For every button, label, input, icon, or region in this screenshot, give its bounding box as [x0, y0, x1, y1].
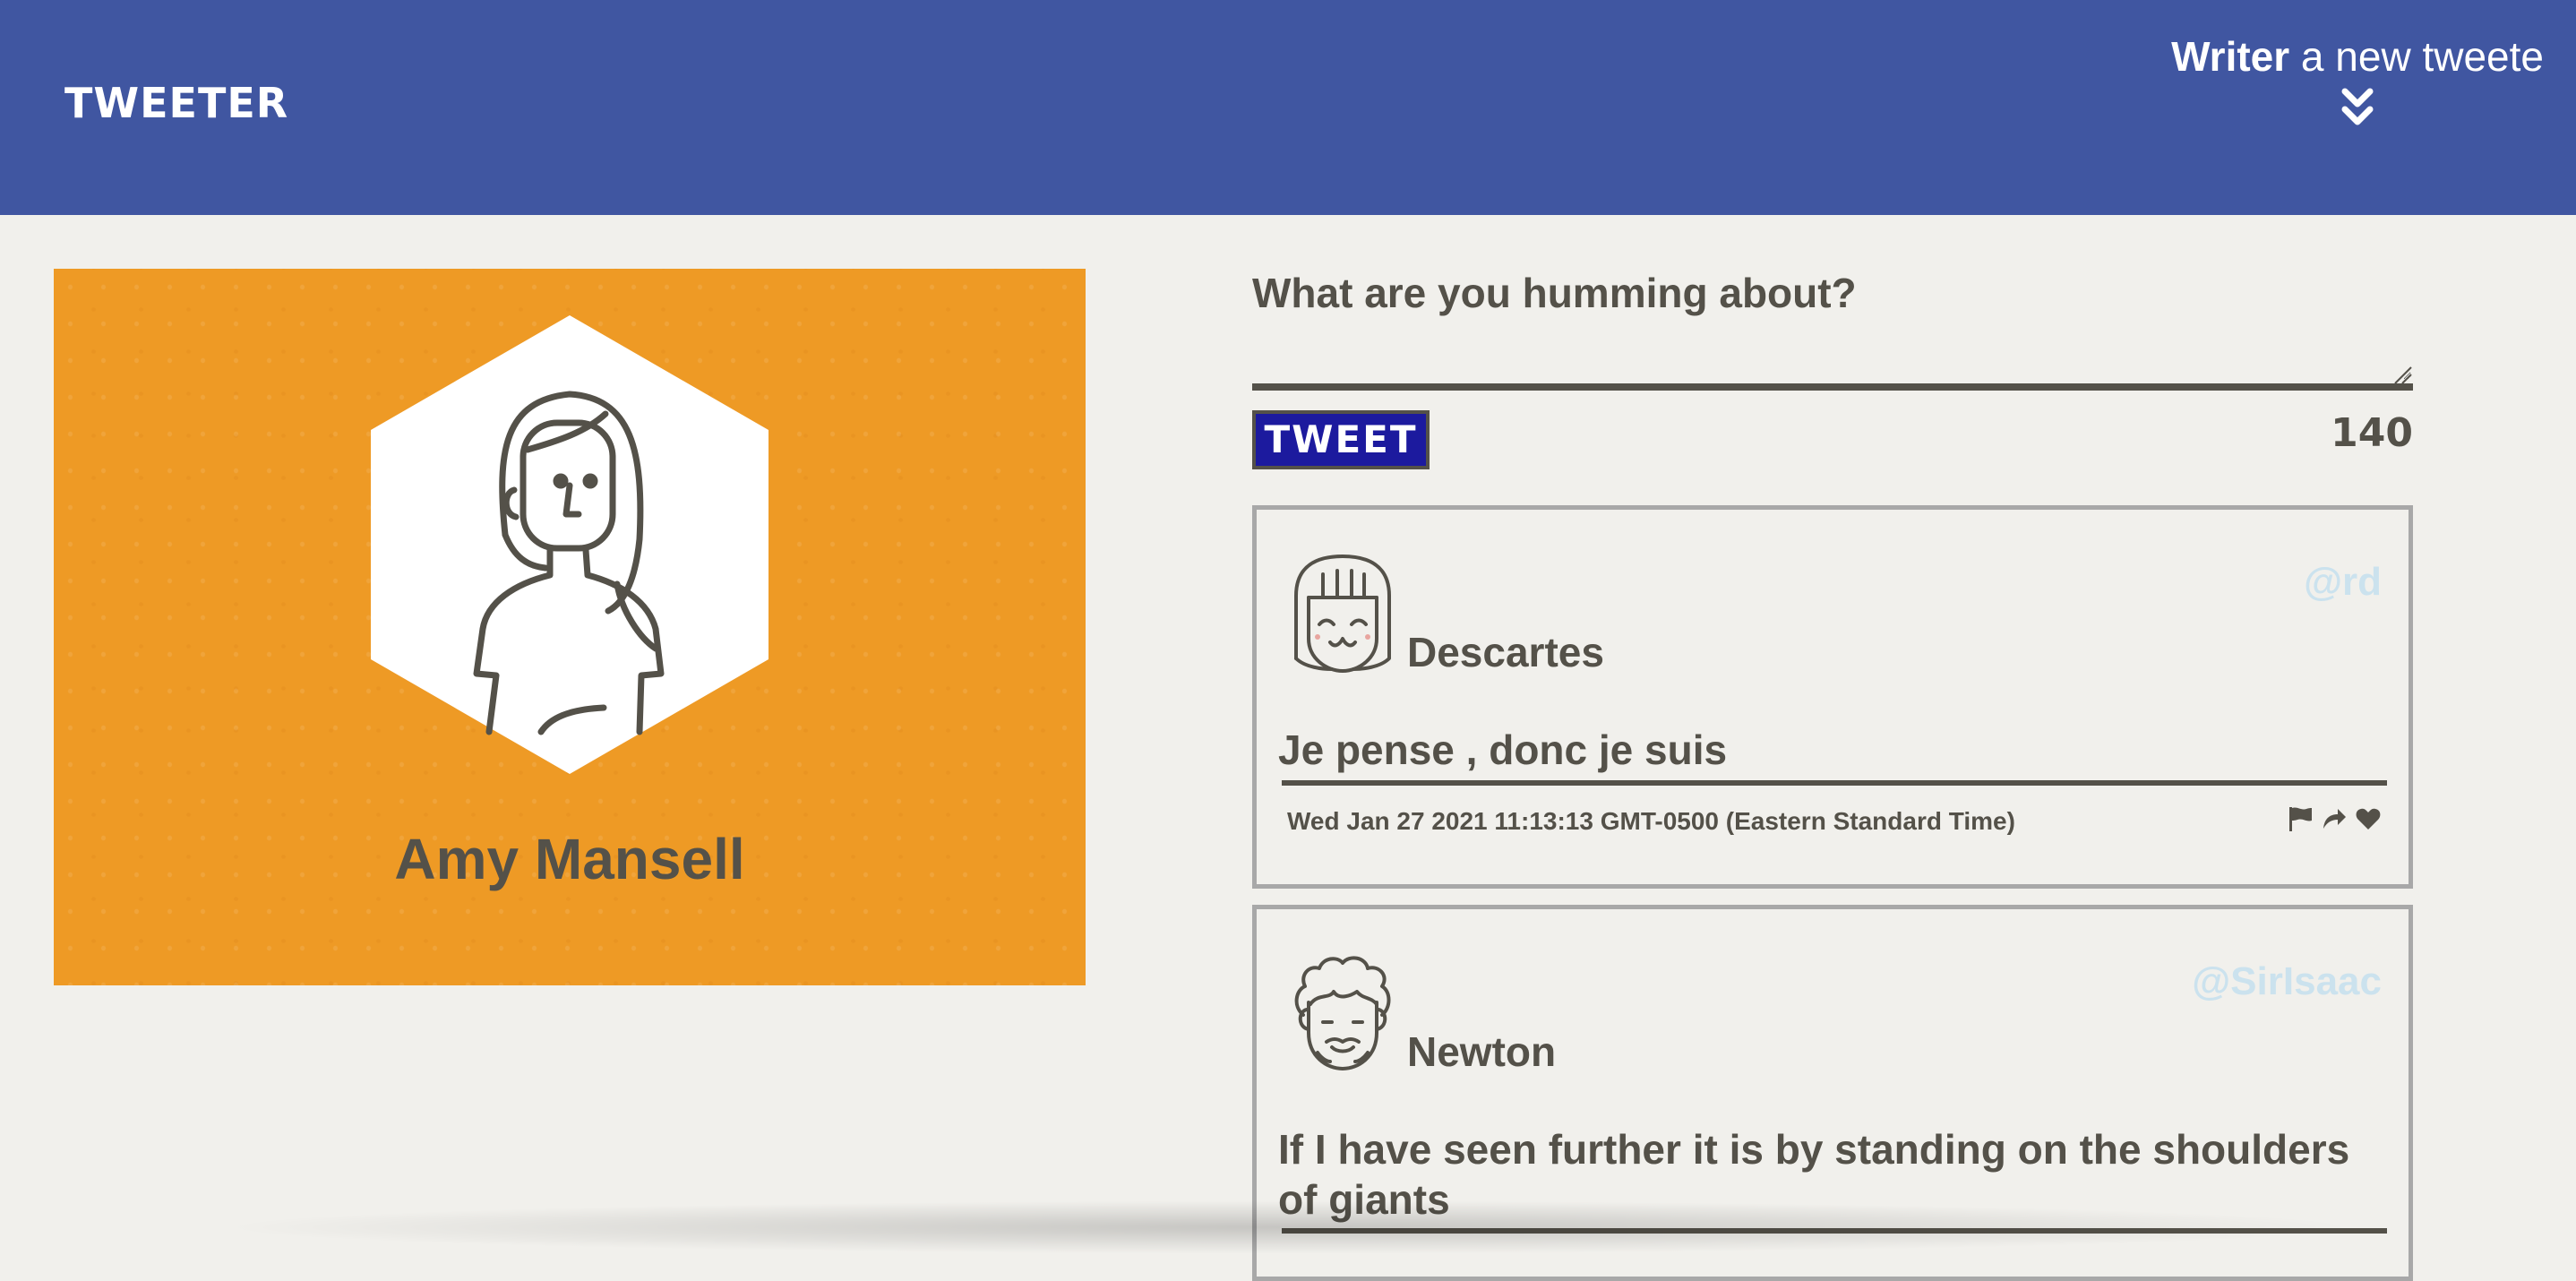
heart-icon[interactable]: [2355, 805, 2382, 832]
tweet-author-name: Descartes: [1407, 629, 1604, 675]
retweet-icon[interactable]: [2321, 805, 2348, 832]
tweet-author-handle: @rd: [2304, 560, 2382, 604]
brand-logo[interactable]: TWEETER: [64, 79, 288, 127]
resize-grip-icon[interactable]: [2391, 364, 2413, 385]
top-nav: TWEETER Writer a new tweete: [0, 0, 2576, 215]
tweet-author-name: Newton: [1407, 1028, 1557, 1075]
compose-link-text: a new tweete: [2289, 33, 2544, 80]
tweet-avatar: [1294, 555, 1391, 673]
tweet-author-handle: @SirIsaac: [2192, 959, 2382, 1003]
tweet-body: Je pense , donc je suis: [1278, 726, 1728, 773]
compose-divider: [1252, 383, 2413, 391]
compose-title: What are you humming about?: [1252, 270, 1857, 316]
flag-icon[interactable]: [2287, 805, 2314, 832]
tweet-button[interactable]: TWEET: [1252, 410, 1430, 469]
profile-card: Amy Mansell: [54, 269, 1086, 985]
avatar: [371, 315, 769, 774]
write-tweet-toggle[interactable]: Writer a new tweete: [2171, 32, 2544, 131]
double-chevron-down-icon[interactable]: [2340, 86, 2375, 131]
tweet-textarea[interactable]: [1252, 322, 2411, 380]
tweet-actions: [2287, 805, 2382, 832]
tweet-card: Descartes @rd Je pense , donc je suis We…: [1252, 505, 2413, 889]
character-counter: 140: [2331, 410, 2413, 456]
footer-shadow: [215, 1200, 2365, 1254]
tweet-avatar: [1294, 956, 1391, 1070]
tweet-timestamp: Wed Jan 27 2021 11:13:13 GMT-0500 (Easte…: [1287, 807, 2015, 835]
profile-name: Amy Mansell: [394, 827, 745, 891]
compose-link-bold: Writer: [2171, 33, 2290, 80]
tweet-divider: [1282, 780, 2387, 786]
